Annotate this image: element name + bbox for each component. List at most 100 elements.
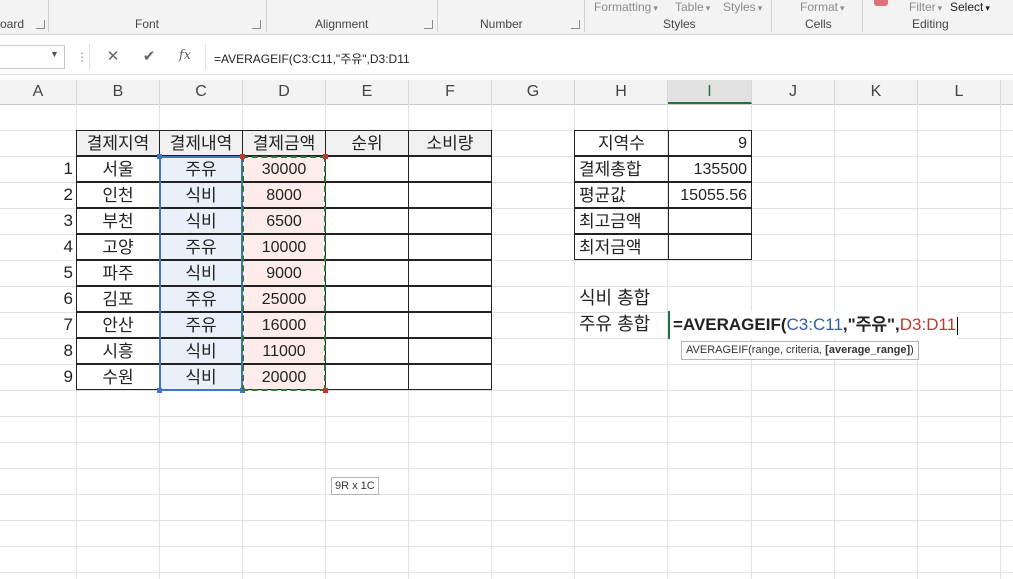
number-launcher-icon[interactable] (571, 20, 580, 29)
gridline (0, 494, 1013, 495)
rank-cell[interactable] (325, 234, 409, 260)
summary-label-cell[interactable]: 결제총합 (574, 156, 669, 182)
ribbon-separator (584, 0, 585, 32)
summary-value-cell[interactable] (668, 234, 752, 260)
column-header-f[interactable]: F (409, 80, 492, 104)
column-header-d[interactable]: D (243, 80, 326, 104)
table-header-consumption[interactable]: 소비량 (408, 130, 492, 156)
function-argument-tooltip[interactable]: AVERAGEIF(range, criteria, [average_rang… (681, 341, 919, 360)
formula-bar-separator (89, 44, 90, 70)
column-header-i[interactable]: I (668, 80, 752, 104)
region-cell[interactable]: 부천 (76, 208, 160, 234)
row-number-cell[interactable]: 1 (0, 156, 77, 182)
region-cell[interactable]: 고양 (76, 234, 160, 260)
range-handle[interactable] (323, 154, 328, 159)
active-cell-editor[interactable]: =AVERAGEIF(C3:C11,"주유",D3:D11 (668, 311, 959, 339)
food-total-label[interactable]: 식비 총합 (575, 285, 668, 311)
consumption-cell[interactable] (408, 234, 492, 260)
region-cell[interactable]: 파주 (76, 260, 160, 286)
summary-label-cell[interactable]: 최저금액 (574, 234, 669, 260)
column-header-c[interactable]: C (160, 80, 243, 104)
styles-group-label: Styles (663, 17, 696, 31)
enter-icon[interactable]: ✔ (138, 47, 160, 65)
range-handle[interactable] (240, 154, 245, 159)
range-handle[interactable] (157, 388, 162, 393)
tooltip-current-arg: [average_range] (825, 344, 911, 356)
cell-styles-button[interactable]: Styles (723, 0, 762, 14)
clipboard-launcher-icon[interactable] (36, 20, 45, 29)
column-header-k[interactable]: K (835, 80, 918, 104)
row-number-cell[interactable]: 3 (0, 208, 77, 234)
summary-label-cell[interactable]: 최고금액 (574, 208, 669, 234)
consumption-cell[interactable] (408, 260, 492, 286)
row-number-cell[interactable]: 8 (0, 338, 77, 364)
rank-cell[interactable] (325, 182, 409, 208)
consumption-cell[interactable] (408, 312, 492, 338)
rank-cell[interactable] (325, 286, 409, 312)
table-header-amount[interactable]: 결제금액 (242, 130, 326, 156)
row-number-cell[interactable]: 7 (0, 312, 77, 338)
rank-cell[interactable] (325, 260, 409, 286)
find-select-button[interactable]: Select (950, 0, 990, 14)
rank-cell[interactable] (325, 364, 409, 390)
fuel-total-label[interactable]: 주유 총합 (575, 311, 668, 337)
range-handle[interactable] (323, 388, 328, 393)
column-header-l[interactable]: L (918, 80, 1001, 104)
gridline (0, 442, 1013, 443)
formula-average-range-token: D3:D11 (899, 315, 957, 334)
summary-value-cell[interactable]: 135500 (668, 156, 752, 182)
filter-button[interactable]: Filter (909, 0, 942, 14)
column-header-a[interactable]: A (0, 80, 77, 104)
region-cell[interactable]: 수원 (76, 364, 160, 390)
summary-value-cell[interactable] (668, 208, 752, 234)
row-number-cell[interactable]: 5 (0, 260, 77, 286)
row-number-cell[interactable]: 6 (0, 286, 77, 312)
rank-cell[interactable] (325, 338, 409, 364)
column-header-b[interactable]: B (77, 80, 160, 104)
table-header-item[interactable]: 결제내역 (159, 130, 243, 156)
summary-value-cell[interactable]: 9 (668, 130, 752, 156)
consumption-cell[interactable] (408, 156, 492, 182)
summary-label-cell[interactable]: 지역수 (574, 130, 669, 156)
consumption-cell[interactable] (408, 208, 492, 234)
gridline (0, 416, 1013, 417)
clipboard-group-label: oard (0, 17, 25, 31)
format-as-table-button[interactable]: Table (675, 0, 710, 14)
table-header-rank[interactable]: 순위 (325, 130, 409, 156)
eraser-icon[interactable] (874, 0, 888, 6)
region-cell[interactable]: 인천 (76, 182, 160, 208)
summary-label-cell[interactable]: 평균값 (574, 182, 669, 208)
consumption-cell[interactable] (408, 338, 492, 364)
region-cell[interactable]: 안산 (76, 312, 160, 338)
column-header-e[interactable]: E (326, 80, 409, 104)
column-header-j[interactable]: J (752, 80, 835, 104)
alignment-launcher-icon[interactable] (424, 20, 433, 29)
summary-value-cell[interactable]: 15055.56 (668, 182, 752, 208)
format-cells-button[interactable]: Format (800, 0, 845, 14)
conditional-formatting-button[interactable]: Formatting (594, 0, 658, 14)
column-header-g[interactable]: G (492, 80, 575, 104)
rank-cell[interactable] (325, 208, 409, 234)
rank-cell[interactable] (325, 156, 409, 182)
range-handle[interactable] (157, 154, 162, 159)
table-header-region[interactable]: 결제지역 (76, 130, 160, 156)
gridline (0, 520, 1013, 521)
formula-input[interactable]: =AVERAGEIF(C3:C11,"주유",D3:D11 (205, 44, 1013, 70)
region-cell[interactable]: 서울 (76, 156, 160, 182)
formula-text: =AVERAGEIF(C3:C11,"주유",D3:D11 (214, 52, 410, 66)
row-number-cell[interactable]: 4 (0, 234, 77, 260)
region-cell[interactable]: 시흥 (76, 338, 160, 364)
insert-function-icon[interactable]: fx (174, 48, 196, 63)
rank-cell[interactable] (325, 312, 409, 338)
row-number-cell[interactable]: 2 (0, 182, 77, 208)
column-header-h[interactable]: H (575, 80, 668, 104)
region-cell[interactable]: 김포 (76, 286, 160, 312)
font-launcher-icon[interactable] (252, 20, 261, 29)
cancel-icon[interactable]: ✕ (102, 47, 124, 65)
row-number-cell[interactable]: 9 (0, 364, 77, 390)
consumption-cell[interactable] (408, 286, 492, 312)
consumption-cell[interactable] (408, 182, 492, 208)
name-box-dropdown-icon[interactable]: ▼ (50, 49, 59, 59)
formula-bar-grip-icon[interactable]: ⋮ (76, 50, 88, 64)
consumption-cell[interactable] (408, 364, 492, 390)
